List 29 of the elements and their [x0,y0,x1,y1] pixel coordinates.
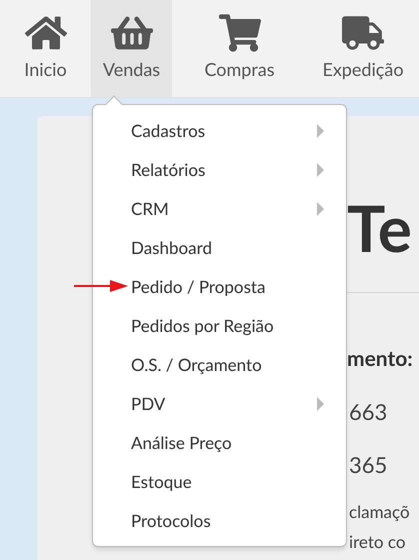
menu-item[interactable]: Cadastros [93,111,346,150]
arrow-icon [74,279,128,293]
submenu-caret-icon [317,124,324,138]
cart-icon [218,14,260,52]
menu-item[interactable]: Protocolos [93,501,346,540]
basket-icon [110,14,152,52]
nav-tab[interactable]: Vendas [91,0,172,97]
info-paragraph: clamaçõ ireto co [349,500,411,554]
menu-item[interactable]: Dashboard [93,228,346,267]
page-heading: Te [347,196,413,260]
menu-item[interactable]: Relatórios [93,150,346,189]
menu-item[interactable]: CRM [93,189,346,228]
submenu-caret-icon [317,202,324,216]
menu-item[interactable]: PDV [93,384,346,423]
menu-item[interactable]: Análise Preço [93,423,346,462]
menu-item[interactable]: Pedido / Proposta [93,267,346,306]
truck-icon [342,14,384,52]
submenu-caret-icon [317,396,324,410]
home-icon [24,14,66,52]
info-value: 365 [349,450,388,480]
menu-item[interactable]: O.S. / Orçamento [93,345,346,384]
info-value: 663 [349,396,388,426]
nav-tab[interactable]: Expedição [307,0,419,97]
nav-tab[interactable]: Inicio [0,0,91,97]
submenu-caret-icon [317,162,324,176]
menu-item[interactable]: Estoque [93,462,346,501]
menu-item[interactable]: Pedidos por Região [93,306,346,345]
section-heading: mento: [347,345,414,373]
nav-tab[interactable]: Compras [172,0,307,97]
